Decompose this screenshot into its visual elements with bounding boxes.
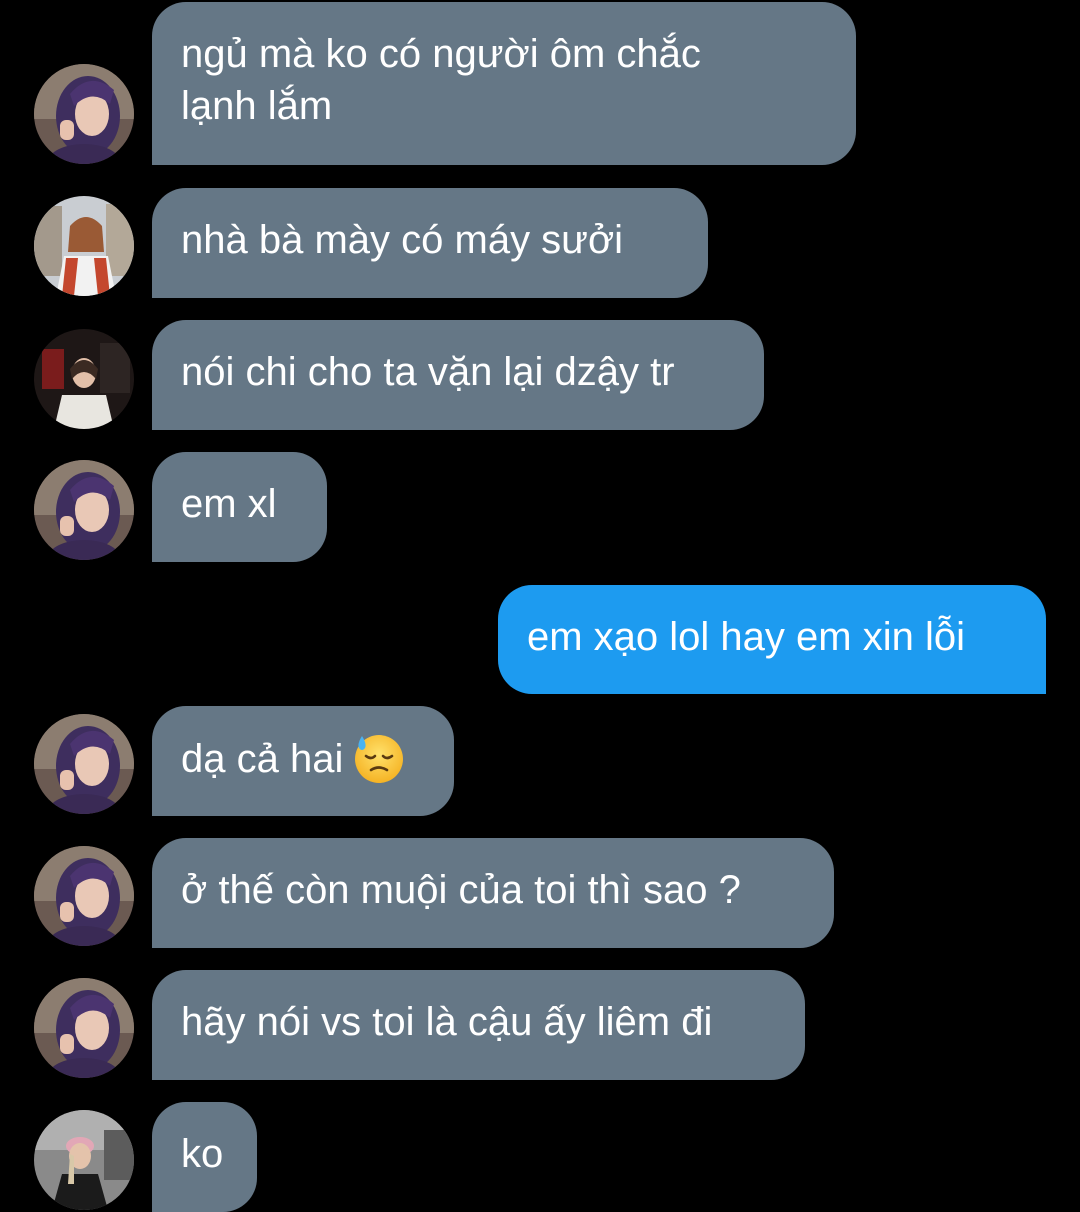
message-text: ko	[181, 1132, 224, 1176]
message-bubble-outgoing[interactable]: em xạo lol hay em xin lỗi	[498, 585, 1046, 694]
message-bubble[interactable]: nói chi cho ta vặn lại dzậy tr	[152, 320, 764, 430]
message-text-line-2: lạnh lắm	[181, 84, 333, 128]
downcast-face-with-sweat-icon	[353, 732, 405, 784]
avatar-dark-room[interactable]	[34, 329, 134, 429]
message-text: ngủ mà ko có người ôm chắc	[181, 32, 701, 76]
avatar-purple-hair[interactable]	[34, 714, 134, 814]
message-bubble[interactable]: hãy nói vs toi là cậu ấy liêm đi	[152, 970, 805, 1080]
message-text: nhà bà mày có máy sưởi	[181, 218, 624, 262]
message-thread: ngủ mà ko có người ôm chắc lạnh lắm nhà …	[0, 0, 1080, 1212]
message-text: em xạo lol hay em xin lỗi	[527, 615, 965, 659]
message-bubble[interactable]: ko	[152, 1102, 257, 1212]
avatar-purple-hair[interactable]	[34, 64, 134, 164]
message-text: dạ cả hai	[181, 737, 344, 781]
avatar-street[interactable]	[34, 196, 134, 296]
avatar-purple-hair[interactable]	[34, 978, 134, 1078]
avatar-purple-hair[interactable]	[34, 846, 134, 946]
message-bubble[interactable]: nhà bà mày có máy sưởi	[152, 188, 708, 298]
avatar-black-outfit[interactable]	[34, 1110, 134, 1210]
message-bubble[interactable]: ngủ mà ko có người ôm chắc lạnh lắm	[152, 2, 856, 165]
message-text: hãy nói vs toi là cậu ấy liêm đi	[181, 1000, 713, 1044]
message-bubble[interactable]: em xl	[152, 452, 327, 562]
avatar-purple-hair[interactable]	[34, 460, 134, 560]
message-text: nói chi cho ta vặn lại dzậy tr	[181, 350, 675, 394]
message-bubble[interactable]: dạ cả hai	[152, 706, 454, 816]
message-text: em xl	[181, 482, 277, 526]
message-bubble[interactable]: ở thế còn muội của toi thì sao ?	[152, 838, 834, 948]
message-text: ở thế còn muội của toi thì sao ?	[181, 868, 741, 912]
